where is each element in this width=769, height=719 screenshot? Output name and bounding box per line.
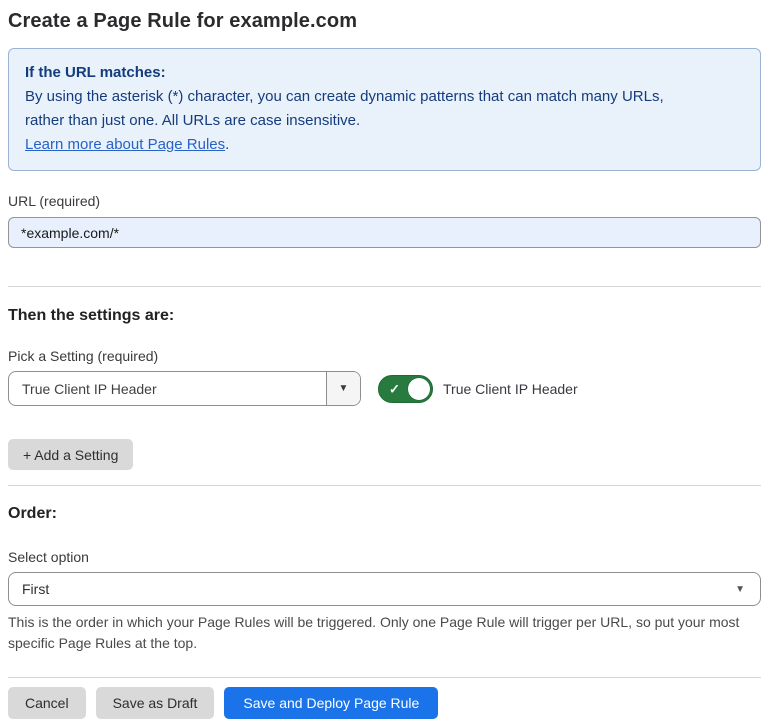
chevron-down-icon[interactable]: ▼ xyxy=(326,372,360,405)
info-box-link-line: Learn more about Page Rules. xyxy=(25,133,744,157)
link-suffix: . xyxy=(225,136,229,153)
save-as-draft-button[interactable]: Save as Draft xyxy=(96,687,215,719)
order-select-label: Select option xyxy=(8,549,761,565)
pick-setting-label: Pick a Setting (required) xyxy=(8,348,761,364)
section-divider xyxy=(8,286,761,287)
setting-toggle-label: True Client IP Header xyxy=(443,381,578,397)
setting-select-value: True Client IP Header xyxy=(9,372,326,405)
order-select[interactable]: First ▼ xyxy=(8,572,761,606)
order-help-text: This is the order in which your Page Rul… xyxy=(8,612,756,654)
add-setting-button[interactable]: + Add a Setting xyxy=(8,439,133,470)
footer-actions: Cancel Save as Draft Save and Deploy Pag… xyxy=(8,687,761,719)
url-input[interactable] xyxy=(8,217,761,248)
footer-divider xyxy=(8,677,761,678)
setting-row: True Client IP Header ▼ ✓ True Client IP… xyxy=(8,371,761,406)
setting-select[interactable]: True Client IP Header ▼ xyxy=(8,371,361,406)
order-section-heading: Order: xyxy=(8,505,761,523)
checkmark-icon: ✓ xyxy=(389,382,400,395)
chevron-down-icon: ▼ xyxy=(735,584,745,595)
url-field-label: URL (required) xyxy=(8,193,761,209)
order-select-value: First xyxy=(22,581,49,597)
url-match-info-box: If the URL matches: By using the asteris… xyxy=(8,48,761,171)
learn-more-link[interactable]: Learn more about Page Rules xyxy=(25,136,225,153)
save-and-deploy-button[interactable]: Save and Deploy Page Rule xyxy=(224,687,438,719)
cancel-button[interactable]: Cancel xyxy=(8,687,86,719)
settings-section-heading: Then the settings are: xyxy=(8,307,761,325)
toggle-knob xyxy=(408,378,430,400)
page-title: Create a Page Rule for example.com xyxy=(8,8,761,33)
info-box-body-line2: rather than just one. All URLs are case … xyxy=(25,109,744,133)
section-divider xyxy=(8,485,761,486)
setting-toggle[interactable]: ✓ xyxy=(378,375,433,403)
info-box-heading: If the URL matches: xyxy=(25,61,744,85)
info-box-body-line1: By using the asterisk (*) character, you… xyxy=(25,85,744,109)
